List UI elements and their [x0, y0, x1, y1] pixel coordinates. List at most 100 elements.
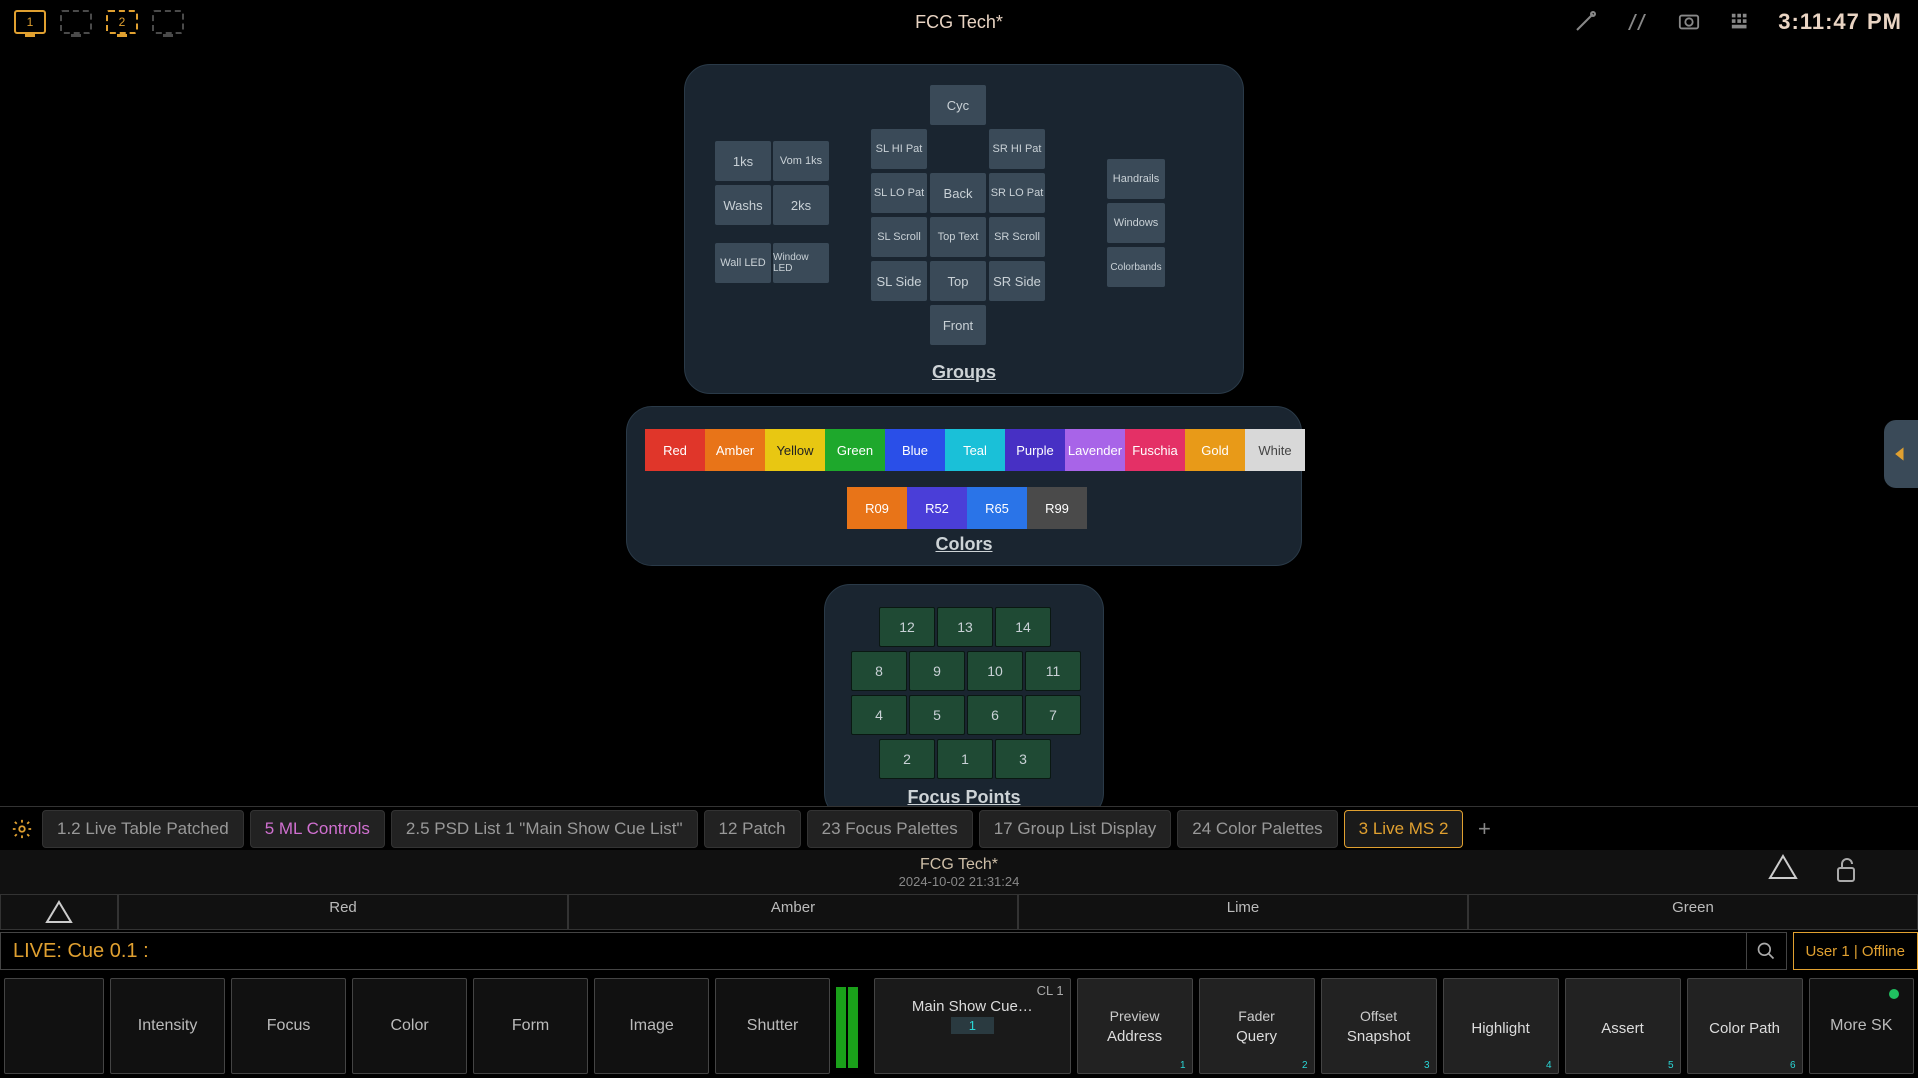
color-r99[interactable]: R99 [1027, 487, 1087, 529]
color-r52[interactable]: R52 [907, 487, 967, 529]
group-2ks[interactable]: 2ks [773, 185, 829, 225]
category-shutter[interactable]: Shutter [715, 978, 830, 1074]
group-top-text[interactable]: Top Text [930, 217, 986, 257]
group-back[interactable]: Back [930, 173, 986, 213]
color-row-2: R09R52R65R99 [847, 487, 1087, 529]
side-expand-tab[interactable] [1884, 420, 1918, 488]
color-r09[interactable]: R09 [847, 487, 907, 529]
tab-17-group-list-display[interactable]: 17 Group List Display [979, 810, 1172, 848]
focus-point-13[interactable]: 13 [937, 607, 993, 647]
color-gold[interactable]: Gold [1185, 429, 1245, 471]
encoder-2[interactable]: Amber [568, 894, 1018, 930]
type-icon[interactable] [1622, 8, 1652, 36]
encoder-page-icon[interactable] [0, 894, 118, 930]
unlock-icon[interactable] [1834, 856, 1858, 884]
encoder-1[interactable]: Red [118, 894, 568, 930]
focus-point-11[interactable]: 11 [1025, 651, 1081, 691]
color-green[interactable]: Green [825, 429, 885, 471]
encoder-4[interactable]: Green [1468, 894, 1918, 930]
softkey-5[interactable]: Assert5 [1565, 978, 1681, 1074]
info-show-title: FCG Tech* [920, 856, 998, 874]
group-sr-hi-pat[interactable]: SR HI Pat [989, 129, 1045, 169]
monitor-1[interactable]: 1 [14, 10, 46, 34]
focus-point-6[interactable]: 6 [967, 695, 1023, 735]
group-top[interactable]: Top [930, 261, 986, 301]
focus-point-1[interactable]: 1 [937, 739, 993, 779]
colors-title: Colors [627, 534, 1301, 555]
color-purple[interactable]: Purple [1005, 429, 1065, 471]
tab-24-color-palettes[interactable]: 24 Color Palettes [1177, 810, 1337, 848]
more-softkeys-button[interactable]: More SK [1809, 978, 1914, 1074]
color-amber[interactable]: Amber [705, 429, 765, 471]
category-focus[interactable]: Focus [231, 978, 346, 1074]
group-1ks[interactable]: 1ks [715, 141, 771, 181]
encoder-3[interactable]: Lime [1018, 894, 1468, 930]
color-yellow[interactable]: Yellow [765, 429, 825, 471]
softkey-1[interactable]: PreviewAddress1 [1077, 978, 1193, 1074]
command-line[interactable]: LIVE: Cue 0.1 : [0, 932, 1747, 970]
group-front[interactable]: Front [930, 305, 986, 345]
softkey-bottom-label: Assert [1601, 1020, 1644, 1037]
group-sr-lo-pat[interactable]: SR LO Pat [989, 173, 1045, 213]
focus-point-3[interactable]: 3 [995, 739, 1051, 779]
group-sr-side[interactable]: SR Side [989, 261, 1045, 301]
tab-2-5-psd-list-1-main-show-cue-list-[interactable]: 2.5 PSD List 1 "Main Show Cue List" [391, 810, 698, 848]
category-color[interactable]: Color [352, 978, 467, 1074]
softkey-3[interactable]: OffsetSnapshot3 [1321, 978, 1437, 1074]
monitor-3[interactable]: 2 [106, 10, 138, 34]
tab-1-2-live-table-patched[interactable]: 1.2 Live Table Patched [42, 810, 244, 848]
color-white[interactable]: White [1245, 429, 1305, 471]
focus-point-2[interactable]: 2 [879, 739, 935, 779]
focus-point-4[interactable]: 4 [851, 695, 907, 735]
active-cue-display[interactable]: CL 1 Main Show Cue… 1 [874, 978, 1070, 1074]
group-windows[interactable]: Windows [1107, 203, 1165, 243]
add-tab-button[interactable]: + [1469, 814, 1499, 844]
search-icon[interactable] [1747, 932, 1787, 970]
group-vom-1ks[interactable]: Vom 1ks [773, 141, 829, 181]
focus-point-10[interactable]: 10 [967, 651, 1023, 691]
softkey-6[interactable]: Color Path6 [1687, 978, 1803, 1074]
triangle-icon[interactable] [1768, 854, 1798, 880]
category-intensity[interactable]: Intensity [110, 978, 225, 1074]
monitor-2[interactable] [60, 10, 92, 34]
tab-12-patch[interactable]: 12 Patch [704, 810, 801, 848]
camera-icon[interactable] [1674, 8, 1704, 36]
focus-point-5[interactable]: 5 [909, 695, 965, 735]
group-sl-side[interactable]: SL Side [871, 261, 927, 301]
focus-point-9[interactable]: 9 [909, 651, 965, 691]
group-wall-led[interactable]: Wall LED [715, 243, 771, 283]
focus-point-7[interactable]: 7 [1025, 695, 1081, 735]
softkey-2[interactable]: FaderQuery2 [1199, 978, 1315, 1074]
color-red[interactable]: Red [645, 429, 705, 471]
group-sr-scroll[interactable]: SR Scroll [989, 217, 1045, 257]
softkey-bottom-label: Query [1236, 1028, 1277, 1045]
color-lavender[interactable]: Lavender [1065, 429, 1125, 471]
color-fuschia[interactable]: Fuschia [1125, 429, 1185, 471]
user-status[interactable]: User 1 | Offline [1793, 932, 1918, 970]
group-sl-scroll[interactable]: SL Scroll [871, 217, 927, 257]
group-cyc[interactable]: Cyc [930, 85, 986, 125]
group-window-led[interactable]: Window LED [773, 243, 829, 283]
keyboard-icon[interactable] [1726, 8, 1756, 36]
softkey-4[interactable]: Highlight4 [1443, 978, 1559, 1074]
monitor-4[interactable] [152, 10, 184, 34]
color-blue[interactable]: Blue [885, 429, 945, 471]
tab-23-focus-palettes[interactable]: 23 Focus Palettes [807, 810, 973, 848]
group-colorbands[interactable]: Colorbands [1107, 247, 1165, 287]
focus-point-12[interactable]: 12 [879, 607, 935, 647]
wand-icon[interactable] [1570, 8, 1600, 36]
focus-point-8[interactable]: 8 [851, 651, 907, 691]
group-handrails[interactable]: Handrails [1107, 159, 1165, 199]
category-form[interactable]: Form [473, 978, 588, 1074]
focus-point-14[interactable]: 14 [995, 607, 1051, 647]
bottom-blank [4, 978, 104, 1074]
group-washs[interactable]: Washs [715, 185, 771, 225]
gear-icon[interactable] [8, 815, 36, 843]
color-r65[interactable]: R65 [967, 487, 1027, 529]
group-sl-lo-pat[interactable]: SL LO Pat [871, 173, 927, 213]
category-image[interactable]: Image [594, 978, 709, 1074]
tab-5-ml-controls[interactable]: 5 ML Controls [250, 810, 385, 848]
group-sl-hi-pat[interactable]: SL HI Pat [871, 129, 927, 169]
color-teal[interactable]: Teal [945, 429, 1005, 471]
tab-3-live-ms-2[interactable]: 3 Live MS 2 [1344, 810, 1464, 848]
